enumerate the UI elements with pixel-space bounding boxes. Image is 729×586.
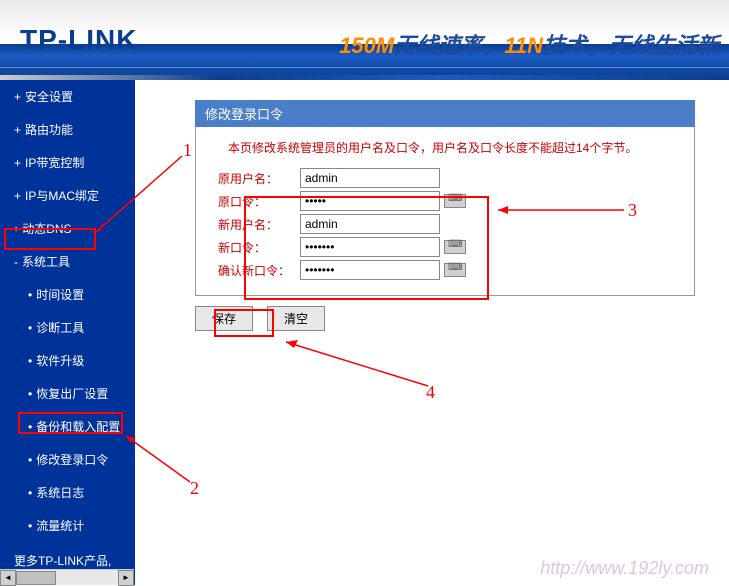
input-confirm-pass[interactable] — [300, 260, 440, 280]
clear-button[interactable]: 清空 — [267, 306, 325, 331]
sidebar-sub-backup[interactable]: •备份和载入配置 — [0, 410, 135, 443]
annotation-arrow-2 — [120, 432, 200, 492]
panel-title: 修改登录口令 — [195, 100, 695, 127]
sidebar-sub-time[interactable]: •时间设置 — [0, 278, 135, 311]
annotation-arrow-4 — [278, 336, 438, 396]
sidebar-item-systools[interactable]: -系统工具 — [0, 245, 135, 278]
input-old-pass[interactable] — [300, 191, 440, 211]
panel-description: 本页修改系统管理员的用户名及口令，用户名及口令长度不能超过14个字节。 — [208, 139, 682, 168]
input-new-user[interactable] — [300, 214, 440, 234]
scroll-thumb[interactable] — [16, 571, 56, 585]
sidebar-sub-upgrade[interactable]: •软件升级 — [0, 344, 135, 377]
header: TP-LINK 150M无线速率，11N技术，无线生活新 — [0, 0, 729, 80]
label-old-pass: 原口令： — [218, 193, 300, 210]
keyboard-icon[interactable] — [444, 194, 466, 208]
slogan: 150M无线速率，11N技术，无线生活新 — [339, 28, 719, 60]
logo: TP-LINK — [20, 24, 137, 56]
input-old-user[interactable] — [300, 168, 440, 188]
annotation-arrow-1 — [90, 152, 190, 242]
watermark: http://www.192ly.com — [540, 558, 709, 579]
sidebar-item-routing[interactable]: +路由功能 — [0, 113, 135, 146]
keyboard-icon[interactable] — [444, 240, 466, 254]
input-new-pass[interactable] — [300, 237, 440, 257]
sidebar-sub-password[interactable]: •修改登录口令 — [0, 443, 135, 476]
scroll-right-icon[interactable]: ► — [118, 570, 134, 586]
label-confirm-pass: 确认新口令： — [218, 262, 300, 279]
content: 修改登录口令 本页修改系统管理员的用户名及口令，用户名及口令长度不能超过14个字… — [135, 80, 729, 585]
label-new-user: 新用户名： — [218, 216, 300, 233]
label-new-pass: 新口令： — [218, 239, 300, 256]
annotation-arrow-3 — [490, 204, 630, 216]
horizontal-scrollbar[interactable]: ◄ ► — [0, 569, 134, 585]
form-table: 原用户名： 原口令： 新用户名： 新口令： — [218, 168, 682, 280]
sidebar-item-security[interactable]: +安全设置 — [0, 80, 135, 113]
label-old-user: 原用户名： — [218, 170, 300, 187]
sidebar-sub-factory[interactable]: •恢复出厂设置 — [0, 377, 135, 410]
scroll-left-icon[interactable]: ◄ — [0, 570, 16, 586]
sidebar-sub-syslog[interactable]: •系统日志 — [0, 476, 135, 509]
keyboard-icon[interactable] — [444, 263, 466, 277]
sidebar-sub-traffic[interactable]: •流量统计 — [0, 509, 135, 542]
save-button[interactable]: 保存 — [195, 306, 253, 331]
sidebar-sub-diag[interactable]: •诊断工具 — [0, 311, 135, 344]
